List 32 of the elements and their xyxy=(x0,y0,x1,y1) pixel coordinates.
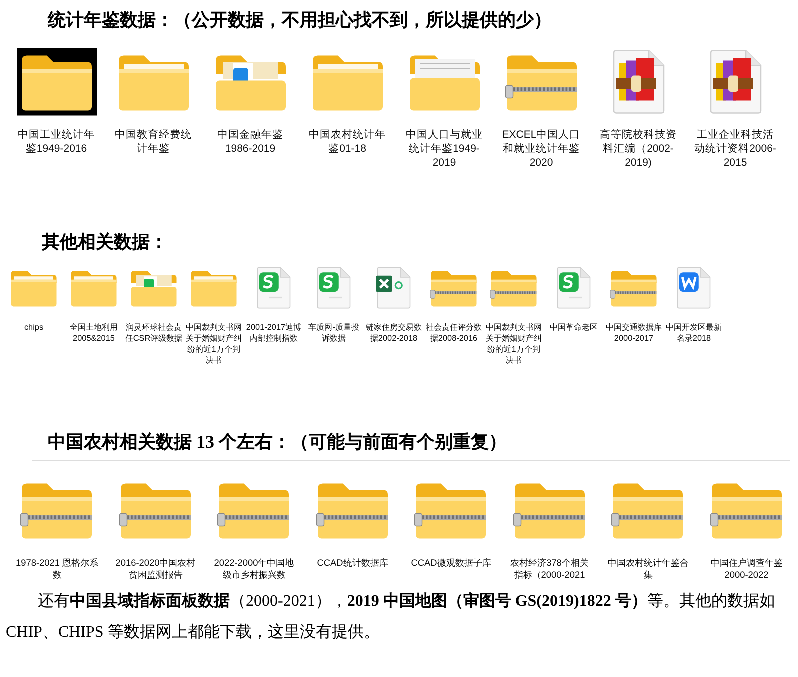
file-name[interactable]: 中国开发区最新名录2018 xyxy=(665,322,723,344)
file-name[interactable]: 润灵环球社会责任CSR评级数据 xyxy=(125,322,183,344)
file-name[interactable]: 高等院校科技资料汇编（2002-2019) xyxy=(596,128,680,170)
file-name[interactable]: 中国住户调查年鉴2000-2022 xyxy=(704,556,789,582)
file-name[interactable]: 中国农村统计年鉴合集 xyxy=(606,556,690,582)
file-name[interactable]: 车质网-质量投诉数据 xyxy=(305,322,363,344)
file-name[interactable]: CCAD微观数据子库 xyxy=(409,556,494,569)
file-name[interactable]: 农村经济378个相关指标（2000-2021 xyxy=(508,556,592,582)
file-name[interactable]: EXCEL中国人口和就业统计年鉴2020 xyxy=(500,128,584,170)
file-name[interactable]: 中国教育经费统计年鉴 xyxy=(112,128,196,156)
file-name[interactable]: 社会责任评分数据2008-2016 xyxy=(425,322,483,344)
section-heading: 统计年鉴数据：（公开数据，不用担心找不到，所以提供的少） xyxy=(48,10,553,32)
file-name[interactable]: 工业企业科技活动统计资料2006-2015 xyxy=(694,128,778,170)
file-name[interactable]: 中国裁判文书网关于婚姻财产纠纷的近1万个判决书 xyxy=(485,322,543,366)
file-name[interactable]: 1978-2021 恩格尔系数 xyxy=(15,556,100,582)
file-name[interactable]: 中国交通数据库2000-2017 xyxy=(605,322,663,344)
section-heading: 其他相关数据： xyxy=(42,232,169,254)
file-name[interactable]: 中国工业统计年鉴1949-2016 xyxy=(14,128,98,156)
file-name[interactable]: 2022-2000年中国地级市乡村振兴数 xyxy=(212,556,296,582)
file-name[interactable]: CCAD统计数据库 xyxy=(310,556,395,569)
file-name[interactable]: 中国农村统计年鉴01-18 xyxy=(306,128,390,156)
file-name[interactable]: chips xyxy=(5,322,63,333)
section-heading: 中国农村相关数据 13 个左右：（可能与前面有个别重复） xyxy=(48,432,508,454)
file-name[interactable]: 2001-2017迪博内部控制指数 xyxy=(245,322,303,344)
file-name[interactable]: 2016-2020中国农村贫困监测报告 xyxy=(114,556,198,582)
file-name[interactable]: 中国裁判文书网关于婚姻财产纠纷的近1万个判决书 xyxy=(185,322,243,366)
file-name[interactable]: 中国革命老区 xyxy=(545,322,603,333)
file-name[interactable]: 全国土地利用2005&2015 xyxy=(65,322,123,344)
file-name[interactable]: 链家住房交易数据2002-2018 xyxy=(365,322,423,344)
file-name[interactable]: 中国人口与就业统计年鉴1949-2019 xyxy=(402,128,486,170)
note-paragraph: 还有中国县域指标面板数据（2000-2021），2019 中国地图（审图号 GS(2019)1822 号）等。其他的数据如 CHIP、CHIPS 等数据网上都能下载，这里没有提供。 xyxy=(5,591,776,643)
file-name[interactable]: 中国金融年鉴1986-2019 xyxy=(208,128,292,156)
